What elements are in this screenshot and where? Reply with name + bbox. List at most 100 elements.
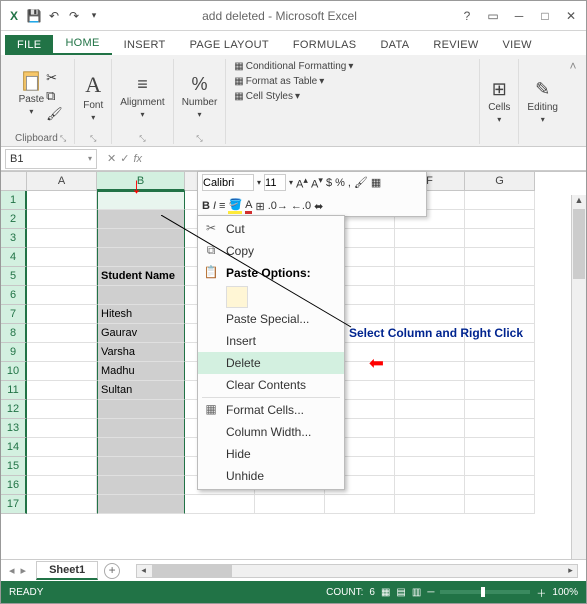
cell[interactable] (465, 286, 535, 305)
mini-font-name[interactable] (202, 174, 254, 191)
comma-icon[interactable]: , (348, 177, 351, 189)
copy-icon[interactable]: ⧉ (46, 88, 63, 104)
row-header[interactable]: 16 (1, 476, 27, 495)
decimal-dec-icon[interactable]: ←.0 (291, 200, 311, 212)
cell[interactable] (395, 248, 465, 267)
cell[interactable]: Madhu (97, 362, 185, 381)
cell[interactable] (395, 229, 465, 248)
cancel-icon[interactable]: ✕ (107, 152, 116, 165)
increase-font-icon[interactable]: A▴ (296, 175, 308, 191)
cell[interactable] (465, 495, 535, 514)
cell[interactable] (465, 229, 535, 248)
format-painter-icon[interactable]: 🖌 (46, 106, 63, 122)
bold-icon[interactable]: B (202, 200, 210, 212)
col-header-g[interactable]: G (465, 172, 535, 191)
cell[interactable] (465, 438, 535, 457)
zoom-out-icon[interactable]: ─ (427, 587, 434, 598)
cell[interactable] (97, 457, 185, 476)
cell[interactable] (465, 210, 535, 229)
undo-icon[interactable]: ↶ (45, 7, 63, 25)
format-painter-mini-icon[interactable]: 🖌 (354, 176, 368, 189)
row-header[interactable]: 17 (1, 495, 27, 514)
row-header[interactable]: 13 (1, 419, 27, 438)
view-break-icon[interactable]: ▥ (412, 587, 421, 598)
tab-formulas[interactable]: FORMULAS (281, 35, 369, 55)
scroll-thumb[interactable] (573, 209, 585, 279)
view-layout-icon[interactable]: ▤ (396, 587, 405, 598)
align-icon[interactable]: ≡ (219, 200, 225, 212)
cell[interactable] (395, 438, 465, 457)
name-box[interactable]: B1▾ (5, 149, 97, 169)
accounting-icon[interactable]: $ (326, 177, 332, 189)
cell[interactable] (27, 324, 97, 343)
cell[interactable]: Sultan (97, 381, 185, 400)
cell[interactable] (27, 476, 97, 495)
cell[interactable] (27, 267, 97, 286)
cell[interactable] (27, 343, 97, 362)
borders-mini-icon[interactable]: ▦ (371, 176, 381, 189)
cell[interactable] (465, 457, 535, 476)
cell[interactable] (465, 476, 535, 495)
fill-color-icon[interactable]: 🪣 (228, 198, 242, 214)
context-menu-item[interactable]: ▦Format Cells... (198, 399, 344, 421)
tab-data[interactable]: DATA (368, 35, 421, 55)
cell[interactable] (395, 381, 465, 400)
cells-button[interactable]: ⊞Cells▾ (488, 79, 510, 124)
hscroll-thumb[interactable] (152, 565, 232, 577)
cell[interactable] (395, 343, 465, 362)
row-header[interactable]: 3 (1, 229, 27, 248)
restore-icon[interactable]: □ (534, 5, 556, 27)
row-header[interactable]: 14 (1, 438, 27, 457)
context-menu-item[interactable]: Column Width... (198, 421, 344, 443)
vertical-scrollbar[interactable]: ▲ (571, 195, 586, 559)
cell[interactable] (27, 191, 97, 210)
cell[interactable] (465, 191, 535, 210)
alignment-launcher-icon[interactable]: ⤡ (139, 134, 145, 144)
cell[interactable] (27, 305, 97, 324)
context-menu-item[interactable]: Hide (198, 443, 344, 465)
tab-insert[interactable]: INSERT (112, 35, 178, 55)
row-header[interactable]: 8 (1, 324, 27, 343)
cell[interactable] (27, 495, 97, 514)
minimize-icon[interactable]: ─ (508, 5, 530, 27)
row-header[interactable]: 2 (1, 210, 27, 229)
qat-customize-icon[interactable]: ▾ (85, 7, 103, 25)
paste-button[interactable]: Paste▾ (19, 70, 45, 122)
scroll-right-icon[interactable]: ▸ (564, 565, 577, 576)
row-header[interactable]: 1 (1, 191, 27, 210)
cell[interactable] (395, 457, 465, 476)
font-launcher-icon[interactable]: ⤡ (90, 134, 96, 144)
cell[interactable] (395, 267, 465, 286)
sheet-nav-prev-icon[interactable]: ◂ (9, 564, 15, 577)
cell[interactable] (395, 400, 465, 419)
save-icon[interactable]: 💾 (25, 7, 43, 25)
sheet-nav-next-icon[interactable]: ▸ (21, 564, 27, 577)
cell[interactable] (395, 286, 465, 305)
cell[interactable] (465, 305, 535, 324)
cell[interactable] (27, 362, 97, 381)
cell[interactable] (27, 419, 97, 438)
cell[interactable] (27, 457, 97, 476)
row-header[interactable]: 12 (1, 400, 27, 419)
row-header[interactable]: 11 (1, 381, 27, 400)
cell-styles-button[interactable]: ▦ Cell Styles ▾ (234, 89, 353, 104)
mini-font-size[interactable] (264, 174, 286, 191)
row-header[interactable]: 15 (1, 457, 27, 476)
cell[interactable] (465, 381, 535, 400)
cell[interactable] (325, 495, 395, 514)
cell[interactable] (97, 400, 185, 419)
alignment-button[interactable]: ≡Alignment▾ (120, 74, 164, 119)
cell[interactable] (27, 248, 97, 267)
collapse-ribbon-icon[interactable]: ˄ (566, 59, 580, 144)
editing-button[interactable]: ✎Editing▾ (527, 79, 558, 124)
horizontal-scrollbar[interactable]: ◂ ▸ (136, 564, 578, 578)
font-color-icon[interactable]: A (245, 199, 252, 214)
cell[interactable] (97, 476, 185, 495)
merge-icon[interactable]: ⬌ (314, 200, 323, 213)
cell[interactable] (27, 438, 97, 457)
cell[interactable] (465, 343, 535, 362)
number-button[interactable]: %Number▾ (182, 74, 218, 119)
ribbon-display-icon[interactable]: ▭ (482, 5, 504, 27)
cell[interactable] (97, 419, 185, 438)
row-header[interactable]: 6 (1, 286, 27, 305)
